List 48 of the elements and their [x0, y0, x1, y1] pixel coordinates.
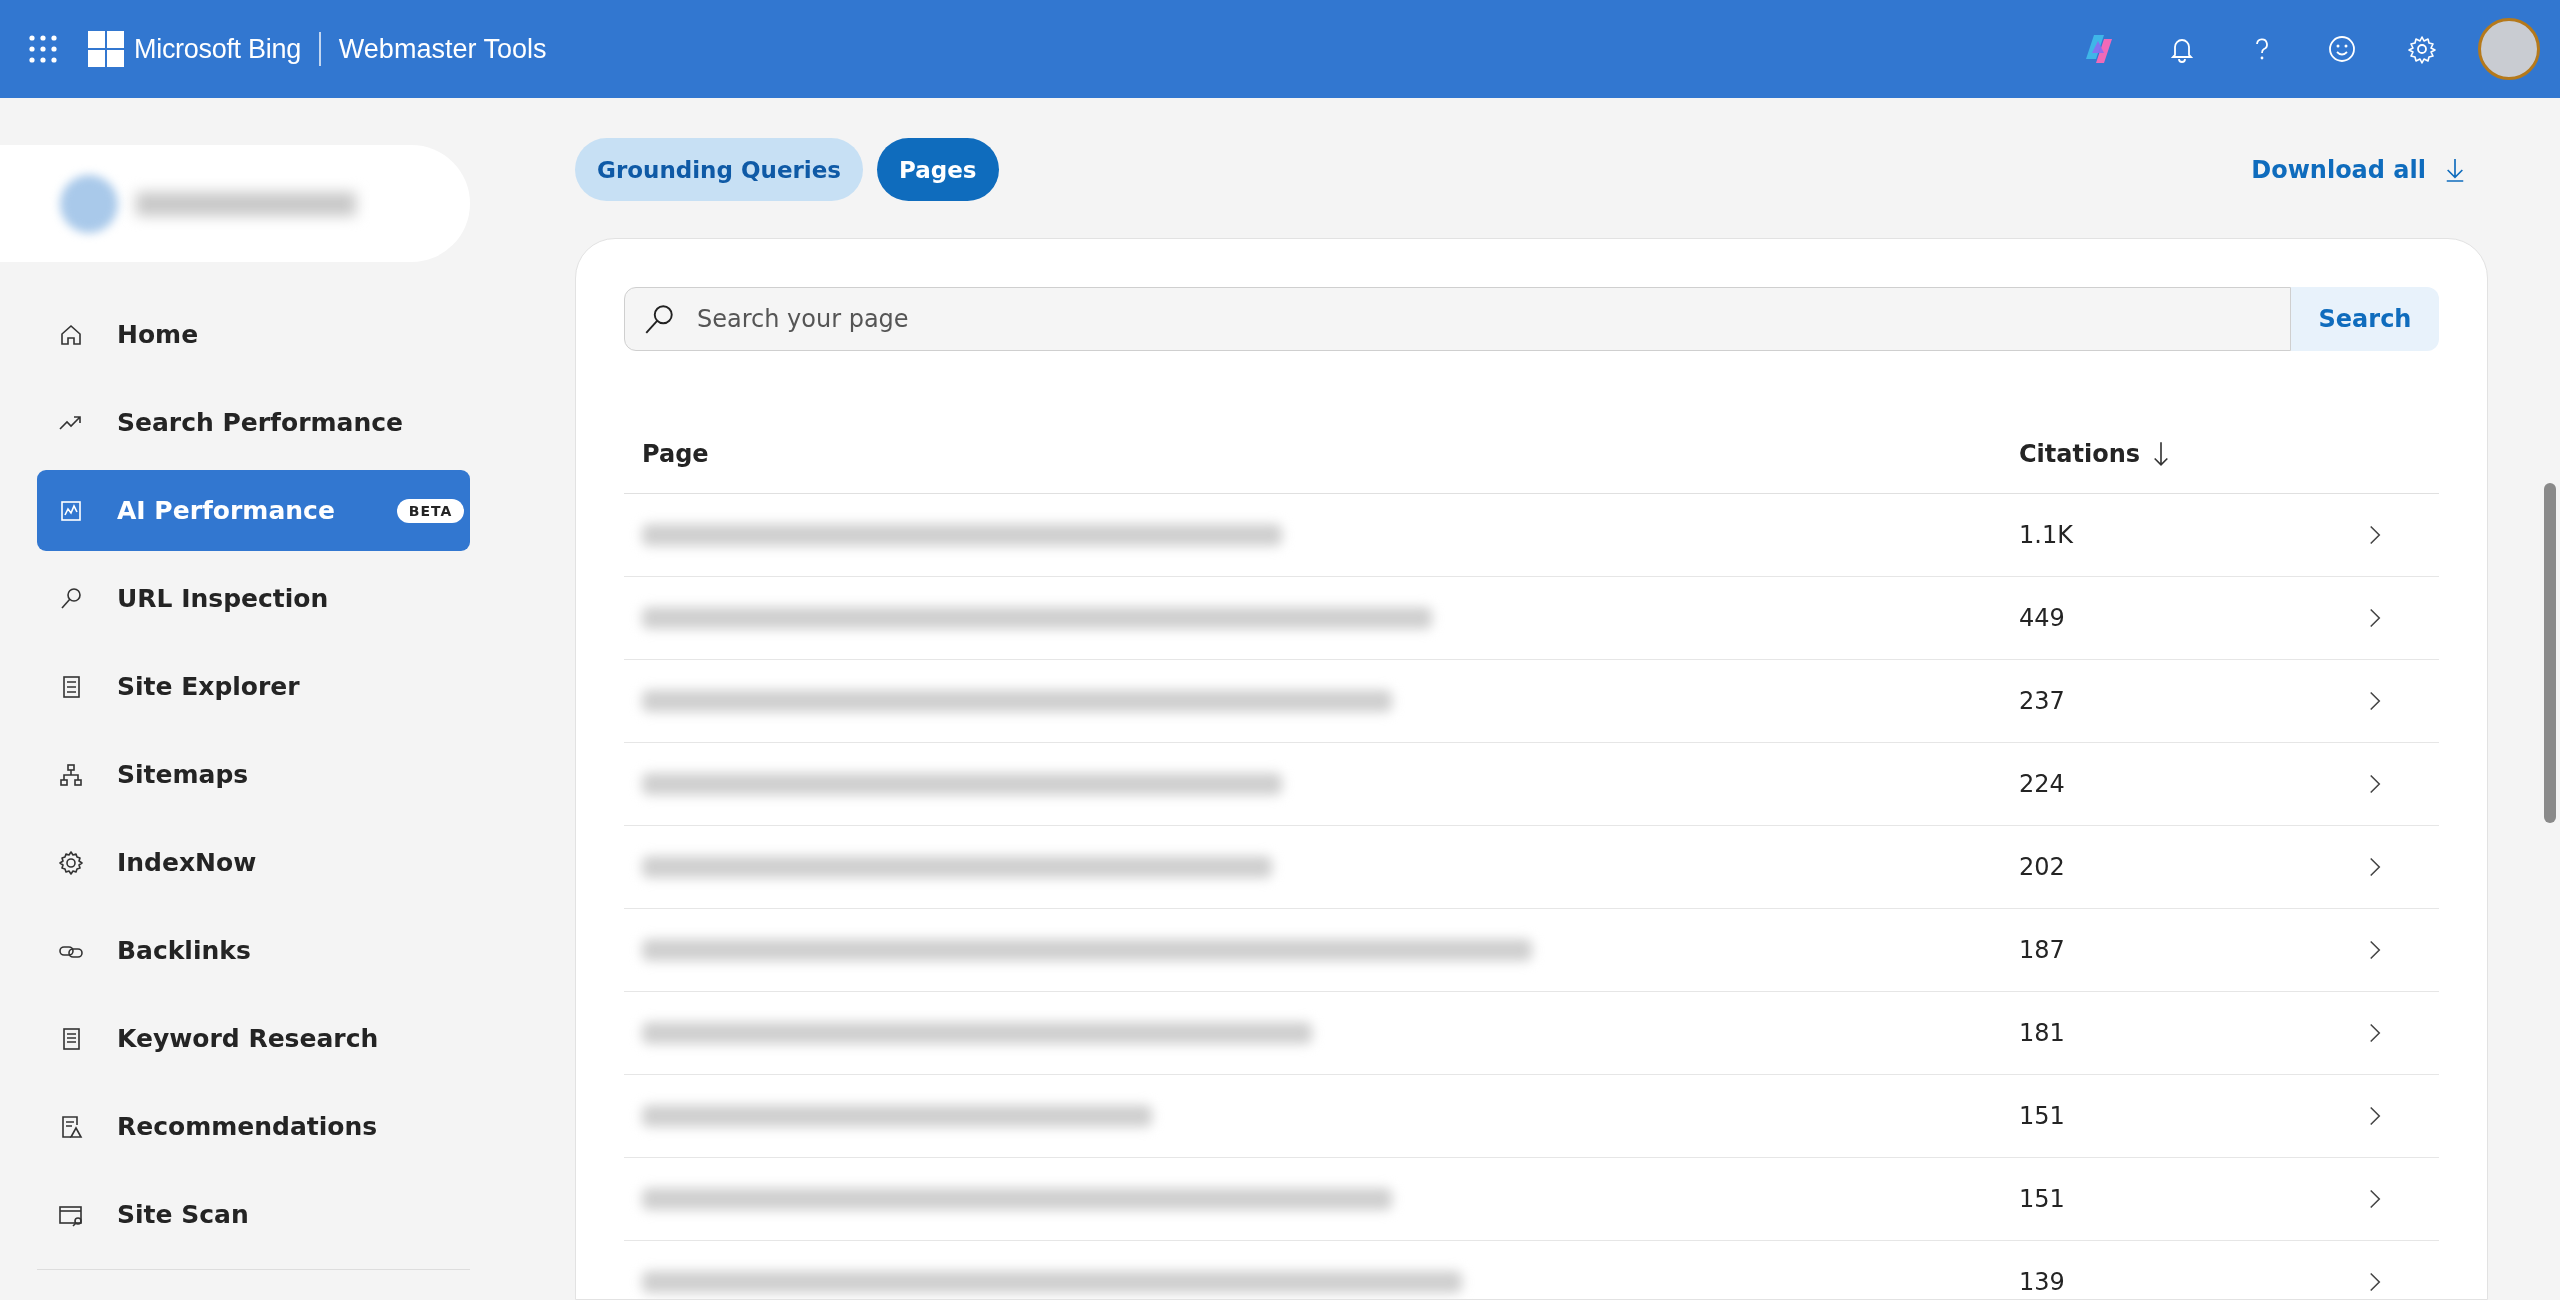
chevron-right-icon[interactable]	[2369, 1271, 2381, 1293]
table-cell-text: 181	[2019, 1019, 2066, 1047]
chevron-right-icon[interactable]	[2369, 773, 2381, 795]
gear-icon	[57, 848, 85, 877]
sidebar-item[interactable]: Sitemaps	[37, 734, 470, 815]
table-cell-text: 1.1K	[2019, 521, 2074, 549]
tab[interactable]: Grounding Queries	[575, 138, 863, 201]
chevron-right-icon[interactable]	[2369, 1105, 2381, 1127]
download-all-link[interactable]: Download all	[2251, 155, 2466, 184]
table-cell-text: 202	[2019, 853, 2066, 881]
sidebar-item[interactable]: IndexNow	[37, 822, 470, 903]
table-cell-text: 151	[2019, 1185, 2066, 1213]
settings-icon[interactable]	[2406, 33, 2438, 65]
chevron-right-icon[interactable]	[2369, 856, 2381, 878]
table-cell-text: 237	[2019, 687, 2066, 715]
sidebar-item[interactable]: Home	[37, 294, 470, 375]
scrollbar-thumb[interactable]	[2544, 483, 2556, 823]
search-field[interactable]: Search your page	[624, 287, 2291, 351]
table-cell-text: 187	[2019, 936, 2066, 964]
table-cell-text: 151	[2019, 1102, 2066, 1130]
download-icon	[2444, 156, 2466, 183]
table-cell-text: 139	[2019, 1268, 2066, 1296]
column-header[interactable]: Citations	[2019, 440, 2369, 468]
sidebar-item[interactable]: Backlinks	[37, 910, 470, 991]
brand-name: Microsoft Bing	[134, 33, 301, 65]
tab[interactable]: Pages	[877, 138, 999, 201]
chevron-right-icon[interactable]	[2369, 1022, 2381, 1044]
beta-badge: BETA	[396, 498, 465, 523]
chevron-right-icon[interactable]	[2369, 1188, 2381, 1210]
chevron-right-icon[interactable]	[2369, 524, 2381, 546]
app-launcher-icon[interactable]	[28, 34, 58, 64]
sidebar-item[interactable]: AI Performance BETA	[37, 470, 470, 551]
sidebar-item[interactable]: Recommendations	[37, 1086, 470, 1167]
smiley-icon[interactable]	[2326, 33, 2358, 65]
sidebar-item[interactable]: Site Scan	[37, 1174, 470, 1255]
chevron-right-icon[interactable]	[2369, 939, 2381, 961]
sidebar-item[interactable]: Search Performance	[37, 382, 470, 463]
column-header: Page	[641, 440, 710, 468]
chevron-right-icon[interactable]	[2369, 607, 2381, 629]
table-cell-text: 224	[2019, 770, 2066, 798]
sidebar-item[interactable]: URL Inspection	[37, 558, 470, 639]
search-button[interactable]: Search	[2291, 287, 2439, 351]
chevron-right-icon[interactable]	[2369, 690, 2381, 712]
windows-logo-icon	[88, 31, 124, 67]
sidebar-item[interactable]: Site Explorer	[37, 646, 470, 727]
product-name: Webmaster Tools	[338, 33, 547, 65]
table-cell-text: 449	[2019, 604, 2066, 632]
sidebar-item[interactable]: Keyword Research	[37, 998, 470, 1079]
